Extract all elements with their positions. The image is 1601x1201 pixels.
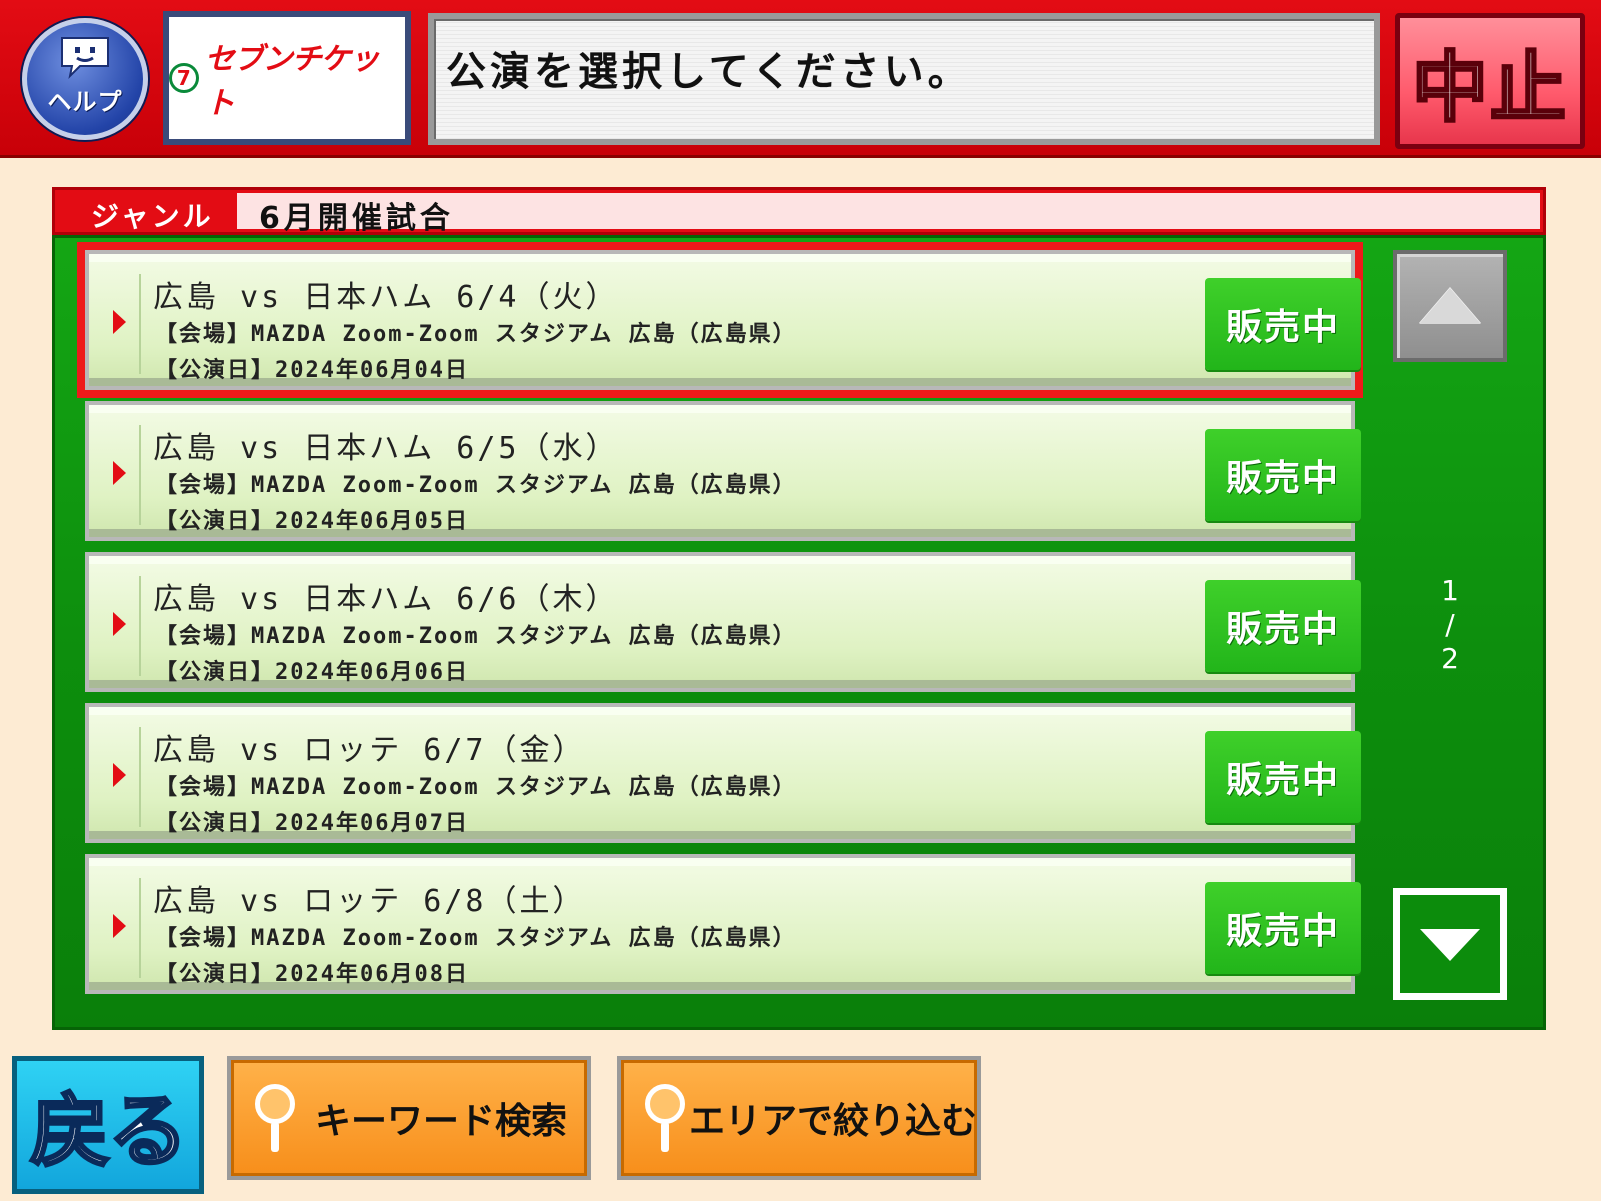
- event-item[interactable]: 広島 vs 日本ハム 6/5（水） 【会場】MAZDA Zoom-Zoom スタ…: [85, 401, 1361, 541]
- help-face-icon: [61, 36, 109, 79]
- genre-value-box: 6月開催試合: [237, 193, 1540, 236]
- item-divider: [139, 274, 141, 374]
- cancel-button[interactable]: 中止: [1395, 13, 1585, 149]
- event-venue: 【会場】MAZDA Zoom-Zoom スタジアム 広島（広島県）: [155, 473, 797, 498]
- event-date: 【公演日】2024年06月07日: [155, 811, 469, 836]
- back-button[interactable]: 戻る: [12, 1056, 204, 1194]
- event-title: 広島 vs 日本ハム 6/4（火）: [153, 280, 619, 315]
- triangle-up-icon: [1419, 288, 1481, 324]
- event-title: 広島 vs ロッテ 6/7（金）: [153, 733, 586, 768]
- item-divider: [139, 425, 141, 525]
- page-current: 1: [1441, 574, 1459, 607]
- caret-right-icon: [113, 461, 126, 485]
- instruction-message: 公演を選択してください。: [446, 49, 972, 95]
- status-badge: 販売中: [1205, 429, 1361, 521]
- area-filter-button[interactable]: エリアで絞り込む: [617, 1056, 981, 1180]
- magnifier-icon: [253, 1080, 301, 1156]
- event-venue: 【会場】MAZDA Zoom-Zoom スタジアム 広島（広島県）: [155, 926, 797, 951]
- seven-ticket-logo: 7 セブンチケット: [163, 11, 411, 145]
- logo-text: セブンチケット: [204, 42, 380, 121]
- status-badge: 販売中: [1205, 580, 1361, 672]
- event-venue: 【会場】MAZDA Zoom-Zoom スタジアム 広島（広島県）: [155, 624, 797, 649]
- event-title: 広島 vs ロッテ 6/8（土）: [153, 884, 586, 919]
- area-filter-label: エリアで絞り込む: [688, 1101, 977, 1142]
- instruction-message-box: 公演を選択してください。: [428, 13, 1380, 145]
- status-badge: 販売中: [1205, 882, 1361, 974]
- triangle-down-icon: [1420, 929, 1480, 961]
- page-indicator: 1 / 2: [1395, 574, 1505, 676]
- back-label: 戻る: [29, 1084, 190, 1180]
- magnifier-icon: [643, 1080, 685, 1156]
- help-label: ヘルプ: [47, 87, 123, 116]
- item-divider: [139, 727, 141, 827]
- scroll-up-button[interactable]: [1393, 250, 1507, 362]
- genre-label: ジャンル: [91, 200, 214, 233]
- caret-right-icon: [113, 914, 126, 938]
- cancel-label: 中止: [1411, 42, 1568, 134]
- event-item[interactable]: 広島 vs 日本ハム 6/6（木） 【会場】MAZDA Zoom-Zoom スタ…: [85, 552, 1361, 692]
- event-title: 広島 vs 日本ハム 6/5（水）: [153, 431, 619, 466]
- keyword-search-button[interactable]: キーワード検索: [227, 1056, 591, 1180]
- help-button[interactable]: ヘルプ: [22, 18, 148, 140]
- event-date: 【公演日】2024年06月06日: [155, 660, 469, 685]
- event-list-panel: 広島 vs 日本ハム 6/4（火） 【会場】MAZDA Zoom-Zoom スタ…: [52, 235, 1546, 1030]
- status-badge: 販売中: [1205, 278, 1361, 370]
- header-bar: ヘルプ 7 セブンチケット 公演を選択してください。 中止: [0, 0, 1601, 158]
- keyword-search-label: キーワード検索: [315, 1101, 568, 1142]
- page-separator: /: [1445, 608, 1455, 641]
- caret-right-icon: [113, 612, 126, 636]
- item-divider: [139, 878, 141, 978]
- event-date: 【公演日】2024年06月05日: [155, 509, 469, 534]
- caret-right-icon: [113, 763, 126, 787]
- event-date: 【公演日】2024年06月04日: [155, 358, 469, 383]
- genre-value: 6月開催試合: [259, 201, 454, 236]
- event-item[interactable]: 広島 vs ロッテ 6/7（金） 【会場】MAZDA Zoom-Zoom スタジ…: [85, 703, 1361, 843]
- event-venue: 【会場】MAZDA Zoom-Zoom スタジアム 広島（広島県）: [155, 322, 797, 347]
- genre-bar: ジャンル 6月開催試合: [52, 187, 1546, 236]
- caret-right-icon: [113, 310, 126, 334]
- event-title: 広島 vs 日本ハム 6/6（木）: [153, 582, 619, 617]
- event-venue: 【会場】MAZDA Zoom-Zoom スタジアム 広島（広島県）: [155, 775, 797, 800]
- scroll-down-button[interactable]: [1393, 888, 1507, 1000]
- event-date: 【公演日】2024年06月08日: [155, 962, 469, 987]
- page-total: 2: [1441, 642, 1459, 675]
- event-item[interactable]: 広島 vs 日本ハム 6/4（火） 【会場】MAZDA Zoom-Zoom スタ…: [77, 242, 1363, 398]
- status-badge: 販売中: [1205, 731, 1361, 823]
- item-divider: [139, 576, 141, 676]
- seven-eleven-mark-icon: 7: [169, 63, 199, 93]
- event-item[interactable]: 広島 vs ロッテ 6/8（土） 【会場】MAZDA Zoom-Zoom スタジ…: [85, 854, 1361, 994]
